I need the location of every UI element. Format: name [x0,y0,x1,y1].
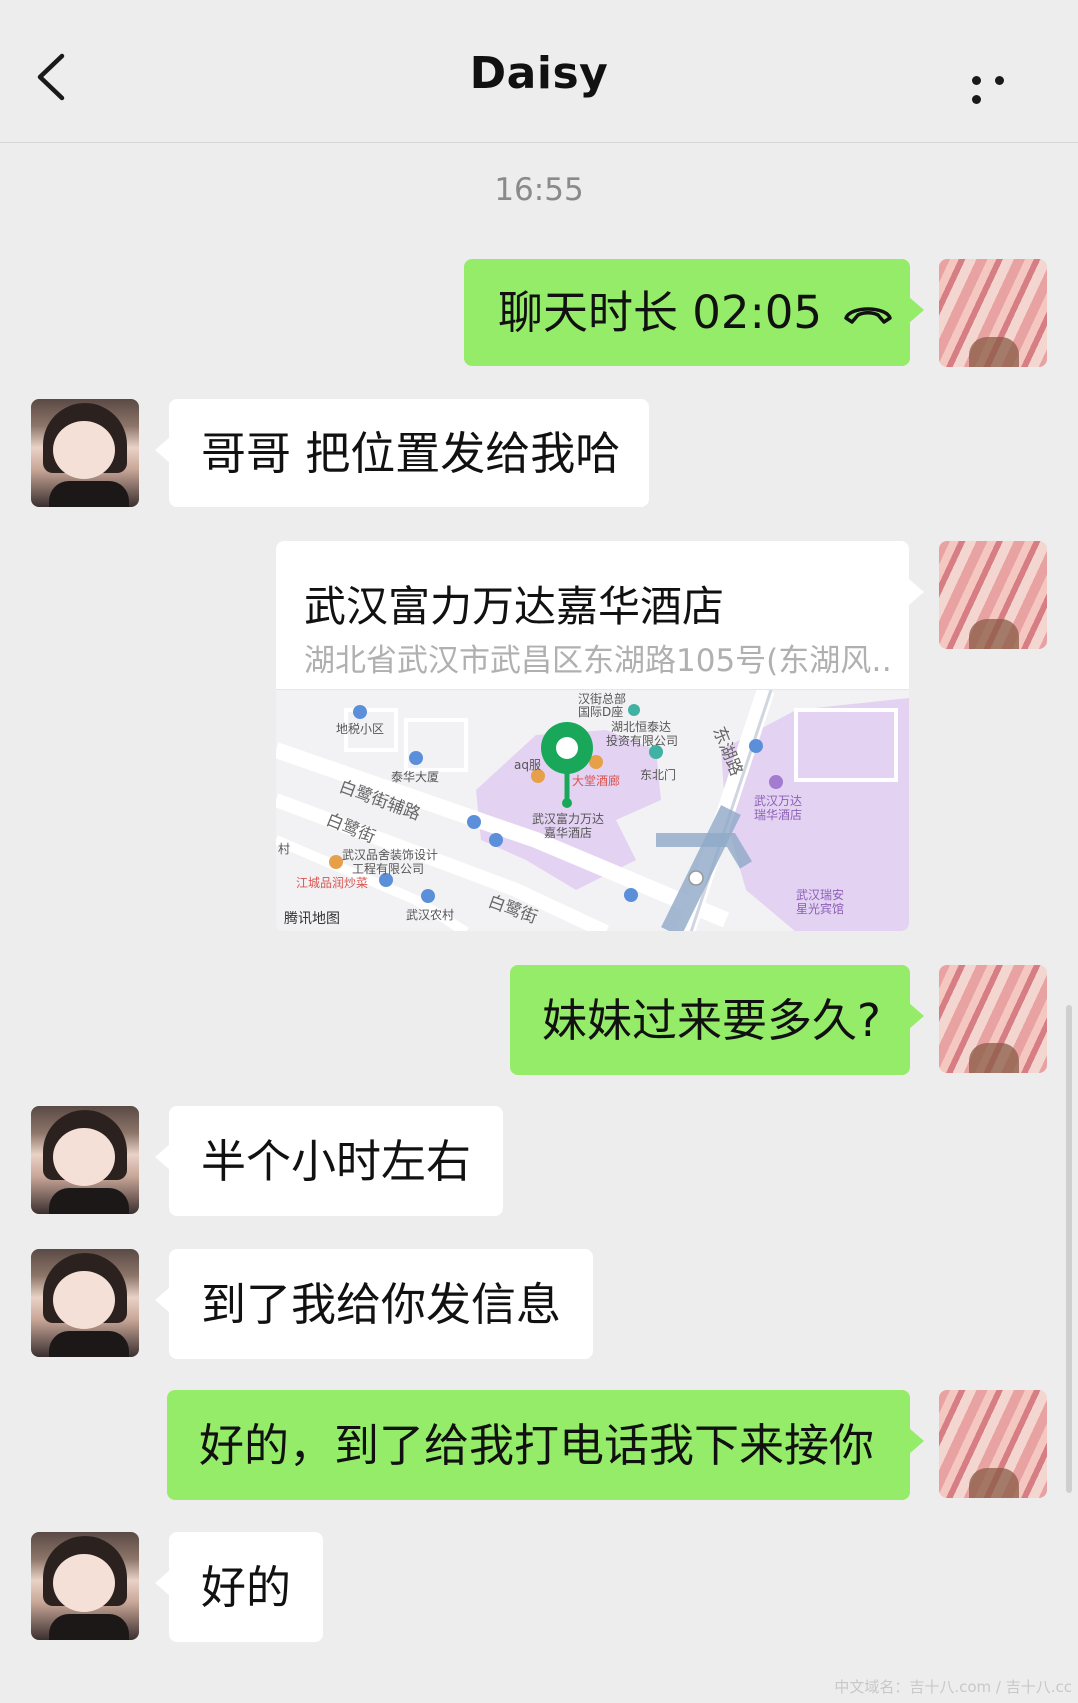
location-address: 湖北省武汉市武昌区东湖路105号(东湖风… [304,643,894,679]
message-text: 好的 [201,1560,292,1614]
map-poi-label: 瑞华酒店 [754,808,803,822]
map-poi-label: 投资有限公司 [606,734,679,748]
message-text: 妹妹过来要多久? [542,993,881,1047]
contact-avatar[interactable] [31,1249,139,1357]
my-avatar[interactable] [939,1390,1047,1498]
message-text: 哥哥 把位置发给我哈 [201,426,621,480]
map-poi-label: 星光宾馆 [796,902,845,916]
sent-message-bubble[interactable]: 妹妹过来要多久? [510,965,924,1075]
location-name: 武汉富力万达嘉华酒店 [304,582,725,631]
contact-avatar[interactable] [31,399,139,507]
message-text: 半个小时左右 [201,1134,472,1188]
phone-hangup-icon [844,306,892,324]
map-poi-label: 大堂酒廊 [572,774,621,788]
contact-avatar[interactable] [31,1106,139,1214]
chat-header: Daisy [0,0,1078,143]
location-card-tail [909,579,924,605]
location-map[interactable]: 汉街总部 国际D座 湖北恒泰达 投资有限公司 地税小区 泰华大厦 aq服 大堂酒… [276,689,909,931]
received-message-bubble[interactable]: 好的 [155,1532,323,1642]
location-card[interactable]: 武汉富力万达嘉华酒店 湖北省武汉市武昌区东湖路105号(东湖风… 汉街总部 国际… [276,541,909,931]
map-poi-label: 地税小区 [336,722,385,736]
call-duration-text: 聊天时长 02:05 [498,286,822,339]
message-timestamp: 16:55 [494,172,584,208]
more-dots-icon[interactable] [972,70,1036,104]
sent-message-bubble[interactable]: 好的，到了给我打电话我下来接你 [167,1390,924,1500]
my-avatar[interactable] [939,541,1047,649]
map-poi-label: aq服 [514,758,541,772]
my-avatar[interactable] [939,259,1047,367]
map-poi-label: 东北门 [640,768,677,782]
chat-title: Daisy [469,48,609,99]
contact-avatar[interactable] [31,1532,139,1640]
map-poi-label: 江城品润炒菜 [296,876,369,890]
received-message-bubble[interactable]: 到了我给你发信息 [155,1249,593,1359]
message-text: 好的，到了给我打电话我下来接你 [199,1418,875,1472]
received-message-bubble[interactable]: 半个小时左右 [155,1106,503,1216]
received-message-bubble[interactable]: 哥哥 把位置发给我哈 [155,399,649,507]
map-poi-label: 村 [278,842,291,856]
message-text: 到了我给你发信息 [201,1277,562,1331]
watermark: 中文域名：吉十八.com / 吉十八.cc [834,1678,1072,1696]
map-poi-label: 武汉农村 [406,908,455,922]
map-poi-label: 嘉华酒店 [544,826,593,840]
call-record-bubble[interactable]: 聊天时长 02:05 [464,259,924,366]
map-poi-label: 泰华大厦 [391,770,440,784]
map-brand: 腾讯地图 [284,911,340,927]
scrollbar[interactable] [1066,1005,1072,1493]
my-avatar[interactable] [939,965,1047,1073]
